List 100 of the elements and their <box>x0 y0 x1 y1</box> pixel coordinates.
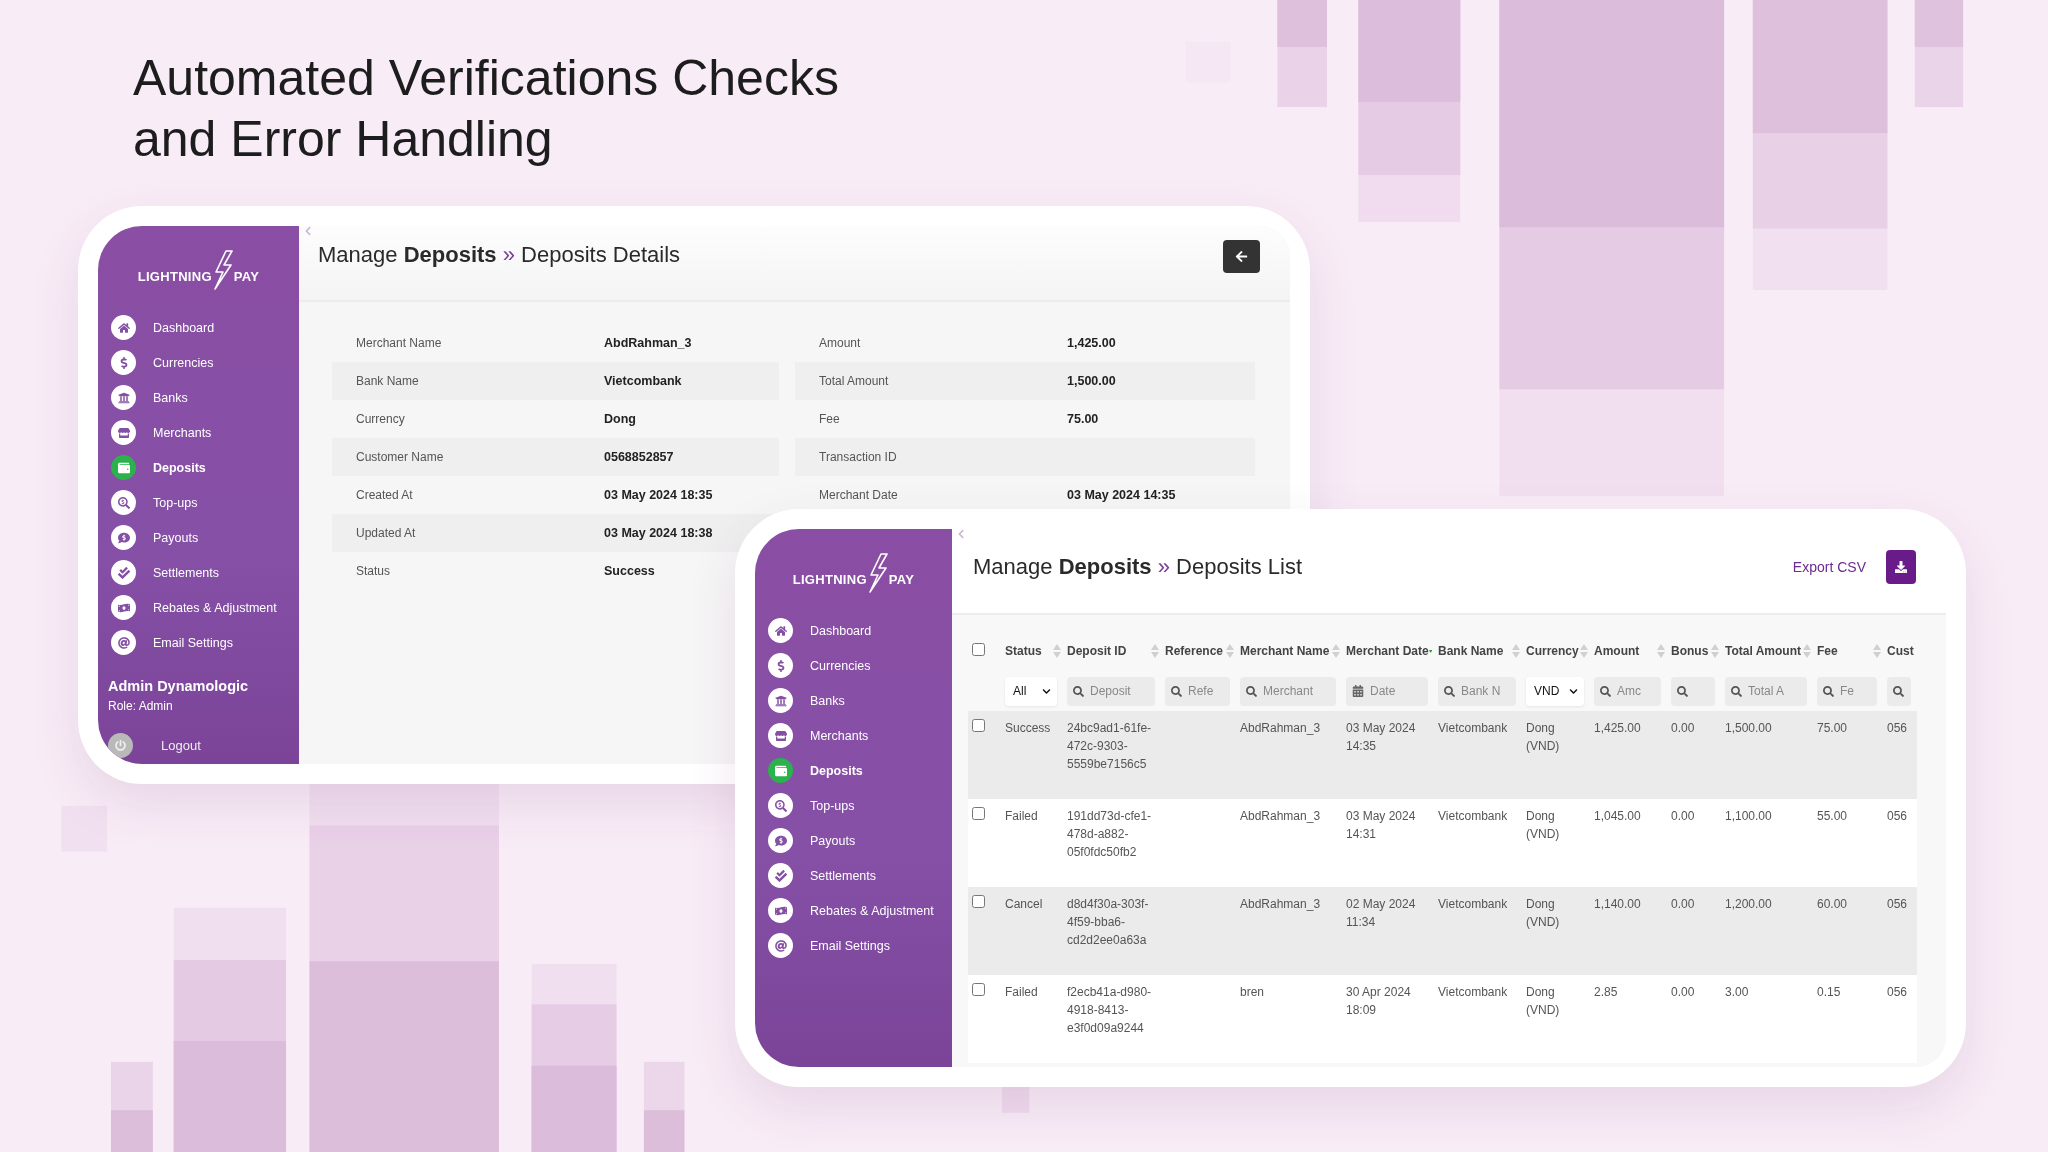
table-cell: Failed <box>1005 809 1038 823</box>
chevron-left-icon[interactable] <box>303 226 313 236</box>
nav-item[interactable]: Rebates & Adjustment <box>755 893 952 928</box>
bank-icon <box>111 385 136 410</box>
table-cell: Vietcombank <box>1438 985 1508 999</box>
wallet-icon <box>768 758 793 783</box>
nav-item[interactable]: Top-ups <box>755 788 952 823</box>
search-field[interactable]: Merchant <box>1240 676 1336 706</box>
dollar-icon <box>111 350 136 375</box>
filter-select[interactable]: VND <box>1526 676 1584 706</box>
search-field[interactable] <box>1887 676 1911 706</box>
column-header[interactable]: Cust <box>1887 644 1914 658</box>
at-sign-icon <box>768 933 793 958</box>
column-header[interactable]: Bank Name <box>1438 644 1504 658</box>
table-cell: 056 <box>1887 721 1908 735</box>
detail-value: 1,425.00 <box>1067 336 1117 350</box>
logo-text: LIGHTNING <box>792 571 867 587</box>
table-cell: AbdRahman_3 <box>1240 721 1321 735</box>
nav-item[interactable]: Banks <box>98 380 299 415</box>
speech-bubble-dollar-icon <box>111 525 136 550</box>
nav-item[interactable]: Deposits <box>755 753 952 788</box>
detail-value: Success <box>604 564 656 578</box>
back-button[interactable] <box>1223 240 1260 273</box>
nav-item[interactable]: Dashboard <box>98 310 299 345</box>
search-icon <box>1731 685 1742 697</box>
row-checkbox[interactable] <box>972 807 985 820</box>
banknote-icon <box>111 595 136 620</box>
column-header[interactable]: Total Amount <box>1725 644 1801 658</box>
search-field[interactable]: Deposit <box>1067 676 1155 706</box>
detail-label: Updated At <box>356 526 417 540</box>
logout-link[interactable]: Logout <box>108 733 299 758</box>
table-cell: f2ecb41a-d980-4918-8413-e3f0d09a9244 <box>1067 985 1152 1035</box>
filter-select[interactable]: All <box>1005 676 1057 706</box>
column-header[interactable]: Reference <box>1165 644 1224 658</box>
nav-item[interactable]: Top-ups <box>98 485 299 520</box>
column-header[interactable]: Merchant Date <box>1346 644 1429 658</box>
sort-icon[interactable] <box>1512 643 1520 659</box>
bank-icon <box>768 688 793 713</box>
table-cell: 1,100.00 <box>1725 809 1772 823</box>
detail-value: Vietcombank <box>604 374 683 388</box>
column-header[interactable]: Currency <box>1526 644 1579 658</box>
store-icon <box>768 723 793 748</box>
table-cell: Failed <box>1005 985 1038 999</box>
search-field[interactable]: Bank N <box>1438 676 1516 706</box>
column-header[interactable]: Status <box>1005 644 1042 658</box>
sort-descending-icon[interactable] <box>1428 647 1432 655</box>
search-field[interactable] <box>1671 676 1715 706</box>
row-checkbox[interactable] <box>972 719 985 732</box>
nav-item[interactable]: Settlements <box>755 858 952 893</box>
column-header[interactable]: Deposit ID <box>1067 644 1127 658</box>
nav-item[interactable]: Deposits <box>98 450 299 485</box>
sort-icon[interactable] <box>1711 643 1719 659</box>
table-cell: 056 <box>1887 985 1908 999</box>
nav-item[interactable]: Merchants <box>98 415 299 450</box>
download-button[interactable] <box>1886 550 1916 584</box>
sort-icon[interactable] <box>1053 643 1061 659</box>
sort-icon[interactable] <box>1657 643 1665 659</box>
row-checkbox[interactable] <box>972 895 985 908</box>
row-checkbox[interactable] <box>972 983 985 996</box>
nav-item[interactable]: Email Settings <box>98 625 299 660</box>
column-header[interactable]: Merchant Name <box>1240 644 1330 658</box>
date-filter-field[interactable]: Date <box>1346 676 1428 706</box>
nav-item[interactable]: Payouts <box>98 520 299 555</box>
nav-item[interactable]: Currencies <box>98 345 299 380</box>
column-header[interactable]: Bonus <box>1671 644 1709 658</box>
sort-icon[interactable] <box>1226 643 1234 659</box>
table-cell: 03 May 2024 14:31 <box>1346 809 1416 841</box>
nav-item[interactable]: Merchants <box>755 718 952 753</box>
search-field[interactable]: Refe <box>1165 676 1230 706</box>
nav-item[interactable]: Dashboard <box>755 613 952 648</box>
magnifier-dollar-icon <box>768 793 793 818</box>
select-all-checkbox[interactable] <box>972 643 985 656</box>
detail-label: Merchant Date <box>819 488 899 502</box>
sort-icon[interactable] <box>1151 643 1159 659</box>
table-cell: 056 <box>1887 809 1908 823</box>
nav-item[interactable]: Rebates & Adjustment <box>98 590 299 625</box>
nav-item[interactable]: Settlements <box>98 555 299 590</box>
detail-value: 03 May 2024 18:35 <box>604 488 714 502</box>
sort-icon[interactable] <box>1580 643 1588 659</box>
nav-item[interactable]: Email Settings <box>755 928 952 959</box>
export-csv-link[interactable]: Export CSV <box>1792 559 1866 575</box>
search-field[interactable]: Total A <box>1725 676 1807 706</box>
nav-item[interactable]: Currencies <box>755 648 952 683</box>
table-cell: Dong (VND) <box>1526 721 1560 753</box>
table-cell: d8d4f30a-303f-4f59-bba6-cd2d2ee0a63a <box>1067 897 1149 947</box>
table-cell: AbdRahman_3 <box>1240 897 1321 911</box>
search-field[interactable]: Fe <box>1817 676 1877 706</box>
sort-icon[interactable] <box>1803 643 1811 659</box>
search-field[interactable]: Amc <box>1594 676 1661 706</box>
lightning-bolt-icon <box>866 553 889 593</box>
column-header[interactable]: Fee <box>1817 644 1838 658</box>
detail-label: Created At <box>356 488 414 502</box>
sort-icon[interactable] <box>1873 643 1881 659</box>
chevron-left-icon[interactable] <box>956 529 966 539</box>
nav-item[interactable]: Banks <box>755 683 952 718</box>
store-icon <box>111 420 136 445</box>
detail-value: 75.00 <box>1067 412 1100 426</box>
nav-item[interactable]: Payouts <box>755 823 952 858</box>
column-header[interactable]: Amount <box>1594 644 1640 658</box>
sort-icon[interactable] <box>1332 643 1340 659</box>
